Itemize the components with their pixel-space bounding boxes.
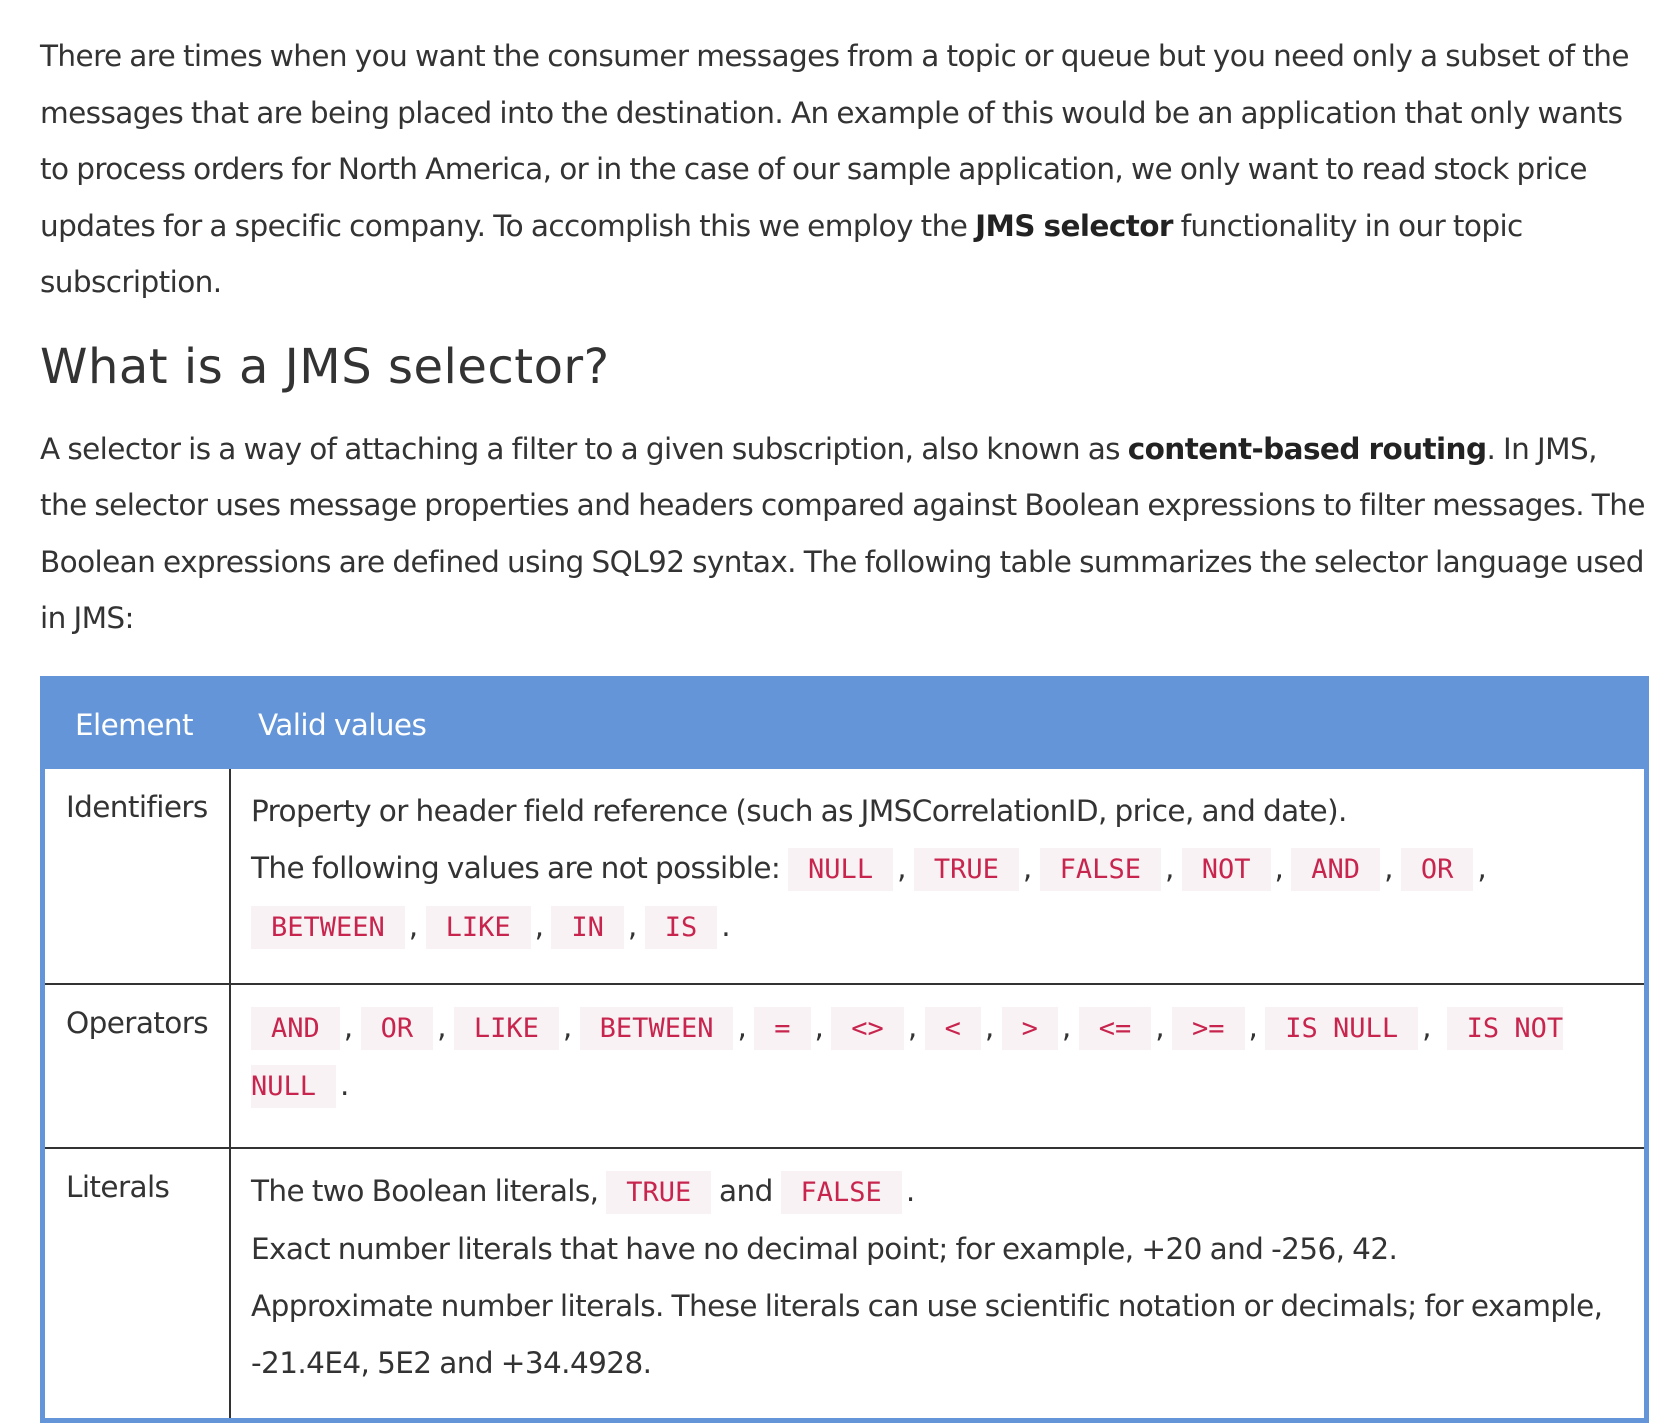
literals-line1: The two Boolean literals, TRUE and FALSE… — [251, 1163, 1624, 1221]
section-heading: What is a JMS selector? — [40, 338, 610, 395]
op-or: OR — [360, 1007, 434, 1050]
identifiers-prefix: The following values are not possible: — [251, 851, 789, 885]
code-is: IS — [644, 906, 718, 949]
table-row: Operators AND, OR, LIKE, BETWEEN, =, <>, <, >, <… — [42, 984, 1647, 1149]
table-row: Literals The two Boolean literals, TRUE … — [42, 1148, 1647, 1421]
literal-true: TRUE — [606, 1171, 712, 1214]
header-element: Element — [42, 678, 230, 769]
row-label-literals: Literals — [42, 1148, 231, 1421]
op-less-equal: <= — [1078, 1007, 1152, 1050]
op-between: BETWEEN — [579, 1007, 734, 1050]
code-in: IN — [551, 906, 624, 949]
table-header-row: Element Valid values — [42, 678, 1647, 769]
literals-prefix: The two Boolean literals, — [251, 1174, 607, 1208]
literals-line2: Exact number literals that have no decim… — [251, 1232, 1398, 1266]
op-equals: = — [754, 1007, 811, 1050]
identifiers-line1: Property or header field reference (such… — [251, 794, 1347, 828]
literals-line3: Approximate number literals. These liter… — [251, 1289, 1603, 1380]
op-and: AND — [251, 1007, 340, 1050]
description-bold-term: content-based routing — [1127, 431, 1487, 466]
identifiers-values: Property or header field reference (such… — [230, 769, 1647, 985]
article-body: There are times when you want the consum… — [0, 0, 1672, 1423]
code-not: NOT — [1181, 848, 1271, 891]
description-text: A selector is a way of attaching a filte… — [40, 431, 1128, 466]
literals-values: The two Boolean literals, TRUE and FALSE… — [230, 1148, 1647, 1421]
op-less-than: < — [924, 1007, 981, 1050]
op-not-equals: <> — [831, 1007, 904, 1050]
code-or: OR — [1400, 848, 1474, 891]
code-true: TRUE — [913, 848, 1019, 891]
intro-bold-term: JMS selector — [975, 208, 1173, 243]
row-label-identifiers: Identifiers — [42, 769, 231, 985]
description-paragraph: A selector is a way of attaching a filte… — [40, 421, 1650, 647]
table-row: Identifiers Property or header field ref… — [42, 769, 1647, 985]
literals-and: and — [711, 1174, 781, 1208]
selector-table: Element Valid values Identifiers Propert… — [40, 676, 1649, 1423]
literal-false: FALSE — [780, 1171, 902, 1214]
code-false: FALSE — [1039, 848, 1161, 891]
op-greater-equal: >= — [1171, 1007, 1245, 1050]
identifiers-line2: The following values are not possible: N… — [251, 840, 1624, 956]
code-and: AND — [1291, 848, 1381, 891]
op-greater-than: > — [1001, 1007, 1058, 1050]
op-is-null: IS NULL — [1265, 1007, 1419, 1050]
header-valid-values: Valid values — [230, 678, 1647, 769]
code-between: BETWEEN — [251, 906, 405, 949]
code-like: LIKE — [425, 906, 531, 949]
row-label-operators: Operators — [42, 984, 231, 1149]
op-like: LIKE — [453, 1007, 559, 1050]
operators-values: AND, OR, LIKE, BETWEEN, =, <>, <, >, <=, >=, IS NU… — [230, 984, 1647, 1149]
code-null: NULL — [788, 848, 894, 891]
intro-paragraph: There are times when you want the consum… — [40, 28, 1650, 311]
